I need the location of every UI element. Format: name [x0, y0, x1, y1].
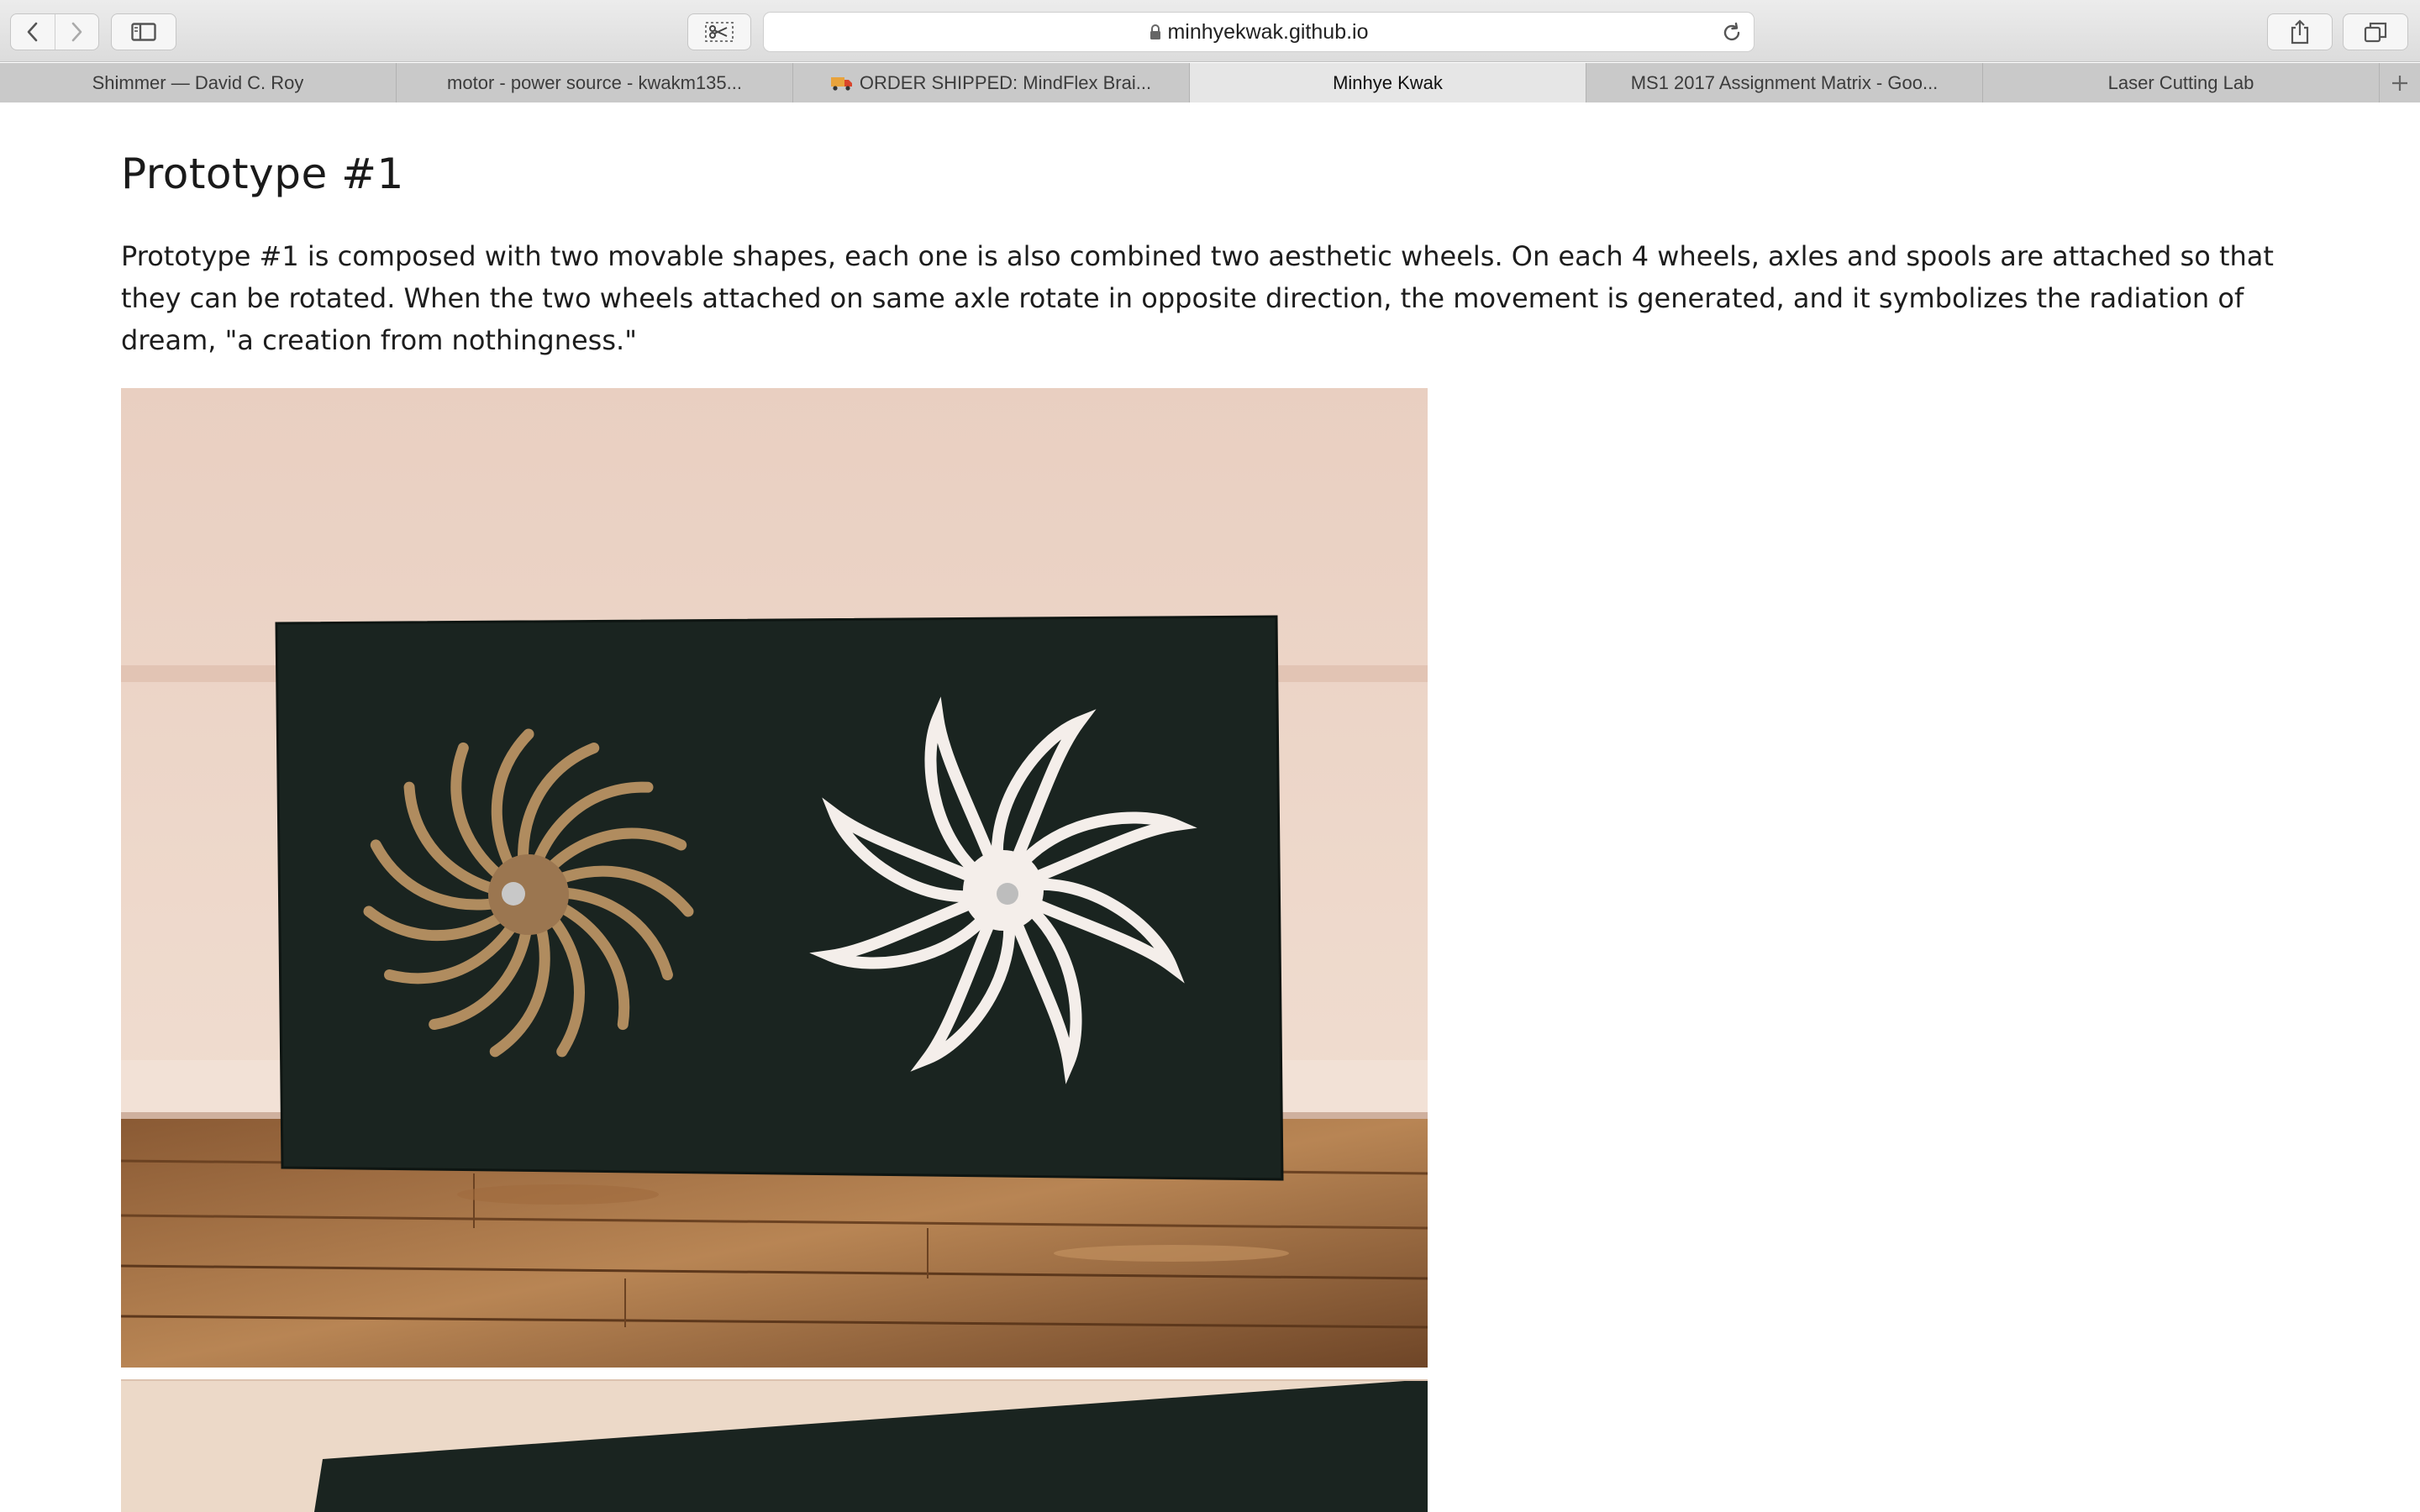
sidebar-button[interactable]: [111, 13, 176, 50]
address-bar[interactable]: minhyekwak.github.io: [763, 12, 1754, 52]
plus-icon: [2392, 75, 2407, 91]
tabs-overview-icon: [2364, 22, 2387, 43]
forward-button[interactable]: [54, 14, 99, 50]
reload-icon[interactable]: [1720, 21, 1744, 45]
chevron-right-icon: [71, 22, 82, 42]
prototype-description: Prototype #1 is composed with two movabl…: [121, 240, 2274, 356]
prototype-photo: [121, 388, 1428, 1368]
sidebar-icon: [131, 23, 156, 41]
tab-label: motor - power source - kwakm135...: [447, 71, 742, 93]
tab-label: Laser Cutting Lab: [2107, 71, 2254, 93]
clipping-button[interactable]: [687, 13, 751, 50]
back-button[interactable]: [11, 14, 55, 50]
lock-icon: [1150, 24, 1161, 39]
url-text: minhyekwak.github.io: [1167, 19, 1369, 44]
tab-label: Minhye Kwak: [1333, 71, 1443, 93]
tab-label: ORDER SHIPPED: MindFlex Brai...: [859, 71, 1152, 93]
share-button[interactable]: [2267, 13, 2333, 50]
navigation-buttons: [10, 13, 99, 50]
share-icon: [2291, 19, 2309, 45]
page-title: Prototype #1: [121, 150, 404, 198]
browser-toolbar: minhyekwak.github.io: [0, 0, 2420, 62]
tab-minhye-kwak[interactable]: Minhye Kwak: [1190, 63, 1586, 102]
truck-icon: [830, 76, 853, 91]
prototype-photo-2: [121, 1379, 1428, 1512]
tab-order-shipped[interactable]: ORDER SHIPPED: MindFlex Brai...: [793, 63, 1190, 102]
scissors-icon: [705, 22, 734, 42]
chevron-left-icon: [27, 22, 38, 42]
tab-laser-cutting-lab[interactable]: Laser Cutting Lab: [1983, 63, 2380, 102]
tab-label: Shimmer — David C. Roy: [92, 71, 304, 93]
tab-motor-power-source[interactable]: motor - power source - kwakm135...: [397, 63, 793, 102]
tab-shimmer[interactable]: Shimmer — David C. Roy: [0, 63, 397, 102]
show-all-tabs-button[interactable]: [2343, 13, 2408, 50]
tab-label: MS1 2017 Assignment Matrix - Goo...: [1630, 71, 1939, 93]
new-tab-button[interactable]: [2380, 63, 2420, 102]
tab-assignment-matrix[interactable]: MS1 2017 Assignment Matrix - Goo...: [1586, 63, 1983, 102]
tab-bar: Shimmer — David C. Roy motor - power sou…: [0, 63, 2420, 102]
